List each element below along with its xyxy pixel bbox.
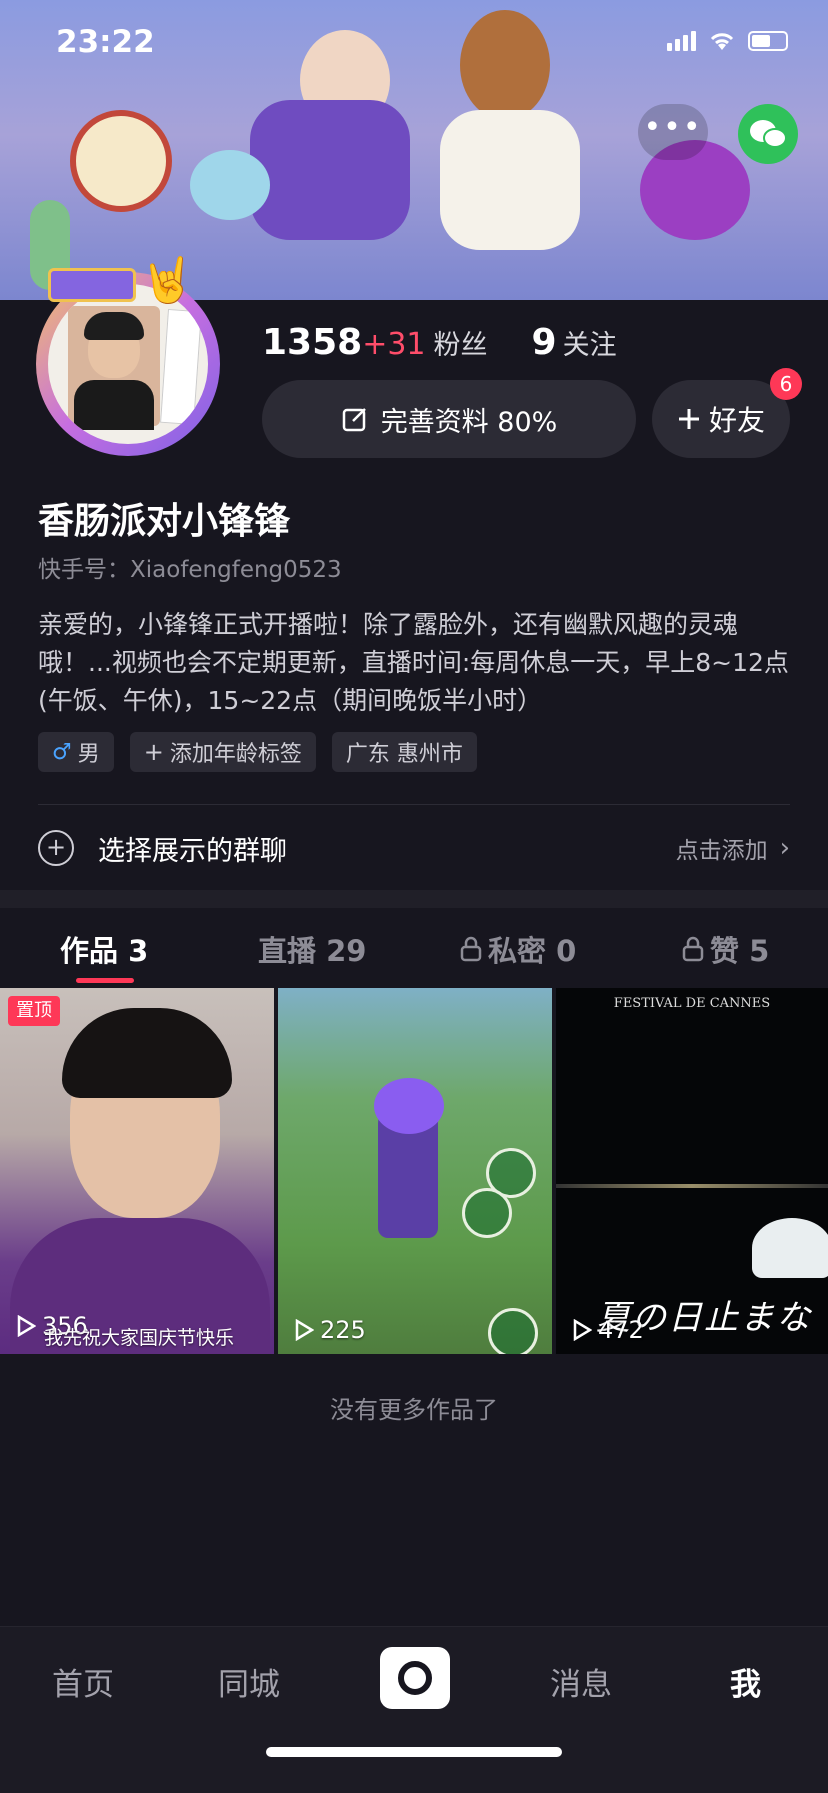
- edit-icon: [342, 408, 366, 432]
- banner-cat: [190, 150, 270, 220]
- plus-icon: +: [143, 738, 164, 766]
- add-circle-icon: +: [38, 830, 74, 866]
- male-icon: ♂: [52, 739, 72, 765]
- divider: [38, 804, 790, 805]
- banner-bee-sign: [70, 110, 172, 212]
- section-separator: [0, 890, 828, 908]
- video-tile[interactable]: FESTIVAL DE CANNES 夏の日止まない 472: [556, 988, 828, 1354]
- play-count: 225: [294, 1316, 366, 1344]
- nav-messages[interactable]: 消息: [550, 1659, 612, 1704]
- tab-works[interactable]: 作品 3: [60, 928, 148, 970]
- banner-character-body: [250, 100, 410, 240]
- profile-tags: ♂ 男 + 添加年龄标签 广东 惠州市: [38, 732, 477, 772]
- group-chat-add[interactable]: 点击添加: [676, 831, 768, 865]
- kuaishou-id[interactable]: 快手号：Xiaofengfeng0523: [38, 550, 342, 584]
- video-watermark-text: FESTIVAL DE CANNES: [613, 996, 771, 1011]
- nav-nearby[interactable]: 同城: [218, 1659, 280, 1704]
- home-indicator: [266, 1747, 562, 1757]
- banner-character-body: [440, 110, 580, 250]
- tab-works-label: 作品 3: [60, 934, 149, 968]
- tab-live-label: 直播 29: [258, 934, 367, 968]
- wifi-icon: [710, 33, 734, 50]
- play-icon: [17, 1315, 36, 1337]
- profile-banner: 23:22 •••: [0, 0, 828, 300]
- pinned-badge: 置顶: [8, 996, 60, 1026]
- no-more-works-label: 没有更多作品了: [330, 1396, 498, 1424]
- fans-count[interactable]: 1358: [262, 322, 362, 363]
- group-chat-label: 选择展示的群聊: [98, 835, 287, 867]
- location-tag[interactable]: 广东 惠州市: [331, 732, 477, 772]
- gender-tag-label: 男: [77, 742, 100, 767]
- add-friend-button[interactable]: 好友: [652, 380, 790, 458]
- complete-profile-button[interactable]: 完善资料 80%: [262, 380, 636, 458]
- plus-icon: [678, 409, 699, 429]
- follow-count[interactable]: 9: [532, 322, 557, 363]
- add-age-tag-label: 添加年龄标签: [169, 742, 302, 767]
- avatar[interactable]: [48, 284, 208, 444]
- play-icon: [573, 1319, 592, 1341]
- tab-private[interactable]: 私密 0: [460, 928, 576, 970]
- content-tabs: 作品 3 直播 29 私密 0 赞 5: [0, 908, 828, 988]
- lock-icon: [682, 936, 704, 962]
- battery-icon: [748, 31, 788, 51]
- video-tile[interactable]: 225: [278, 988, 552, 1354]
- bottom-navigation: 首页 同城 消息 我: [0, 1626, 828, 1793]
- status-icons: [667, 30, 788, 52]
- nav-home[interactable]: 首页: [52, 1659, 114, 1704]
- follow-label[interactable]: 关注: [563, 323, 617, 362]
- tab-likes-label: 赞 5: [710, 934, 770, 968]
- group-chat-row[interactable]: + 选择展示的群聊 点击添加 ›: [38, 820, 790, 876]
- rock-hand-icon: 🤘: [140, 255, 195, 306]
- camera-button[interactable]: [380, 1647, 450, 1709]
- friend-notification-badge: 6: [770, 368, 802, 400]
- add-friend-label: 好友: [708, 404, 765, 437]
- video-caption: 我先祝大家国庆节快乐: [44, 1327, 235, 1349]
- tab-private-label: 私密 0: [488, 934, 577, 968]
- play-icon: [295, 1319, 314, 1341]
- more-options-button[interactable]: •••: [638, 104, 708, 160]
- profile-bio[interactable]: 亲爱的，小锋锋正式开播啦！除了露脸外，还有幽默风趣的灵魂哦！...视频也会不定期…: [38, 606, 798, 720]
- chevron-right-icon: ›: [779, 833, 790, 863]
- gender-tag[interactable]: ♂ 男: [38, 732, 114, 772]
- fans-delta: +31: [362, 327, 426, 362]
- signal-icon: [667, 31, 696, 51]
- lock-icon: [460, 936, 482, 962]
- camera-icon: [398, 1661, 432, 1695]
- play-count: 472: [572, 1316, 644, 1344]
- fans-label[interactable]: 粉丝: [434, 323, 488, 362]
- location-tag-label: 广东 惠州市: [345, 742, 463, 767]
- nav-me[interactable]: 我: [730, 1659, 761, 1704]
- active-tab-indicator: [76, 978, 134, 983]
- wechat-share-button[interactable]: [738, 104, 798, 164]
- video-tile[interactable]: 置顶 356 我先祝大家国庆节快乐: [0, 988, 274, 1354]
- add-age-tag[interactable]: + 添加年龄标签: [129, 732, 316, 772]
- banner-potato-character: [460, 10, 550, 120]
- piano-keys-decoration: [48, 268, 136, 302]
- status-time: 23:22: [56, 24, 155, 60]
- wechat-icon: [750, 120, 787, 148]
- complete-profile-label: 完善资料 80%: [380, 406, 558, 438]
- tab-live[interactable]: 直播 29: [258, 928, 366, 970]
- tab-likes[interactable]: 赞 5: [682, 928, 769, 970]
- profile-name: 香肠派对小锋锋: [38, 501, 291, 542]
- profile-stats: 1358 +31 粉丝 9 关注: [262, 322, 661, 363]
